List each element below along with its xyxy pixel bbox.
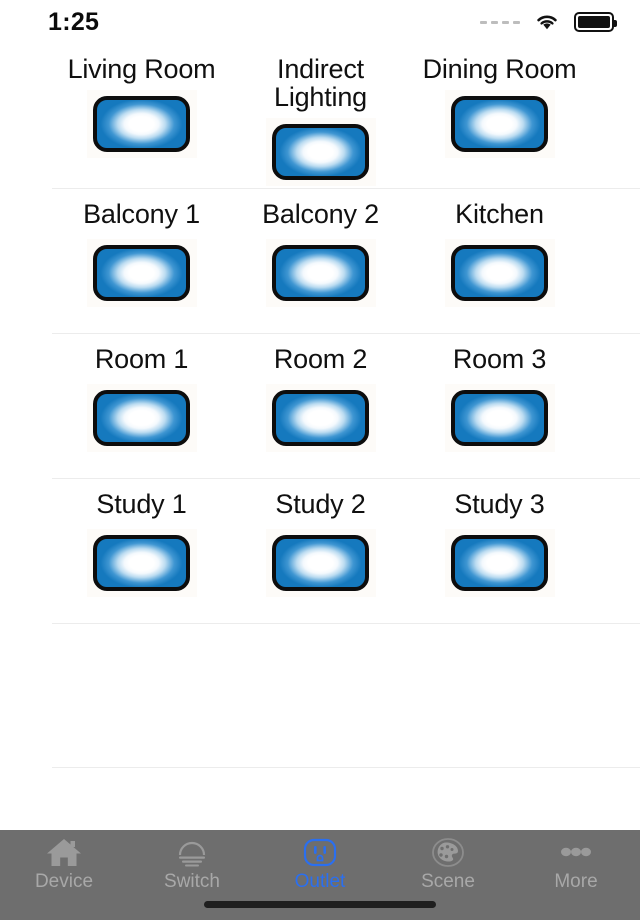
outlet-cell-dining-room[interactable]: Dining Room — [410, 44, 589, 158]
table-row: Study 1 Study 2 Study 3 — [0, 479, 640, 624]
home-icon — [42, 836, 86, 870]
palette-icon — [426, 836, 470, 870]
table-row: Balcony 1 Balcony 2 Kitchen — [0, 189, 640, 334]
tab-more[interactable]: More — [512, 836, 640, 893]
outlet-label: Indirect Lighting — [274, 54, 367, 112]
outlet-label: Study 1 — [96, 489, 187, 519]
outlet-cell-room-2[interactable]: Room 2 — [231, 334, 410, 452]
home-indicator[interactable] — [204, 901, 436, 908]
outlet-icon[interactable] — [265, 117, 376, 186]
outlet-cell-room-1[interactable]: Room 1 — [52, 334, 231, 452]
outlet-icon[interactable] — [265, 529, 376, 597]
outlet-cell-study-1[interactable]: Study 1 — [52, 479, 231, 597]
outlet-label: Dining Room — [422, 54, 577, 84]
signal-dots-icon — [480, 20, 520, 24]
outlet-label: Balcony 1 — [83, 199, 200, 229]
outlet-icon[interactable] — [86, 239, 197, 307]
tab-label: More — [554, 871, 598, 892]
outlet-list: Living Room Indirect Lighting Dining Roo… — [0, 44, 640, 830]
outlet-icon[interactable] — [86, 529, 197, 597]
outlet-icon[interactable] — [444, 529, 555, 597]
outlet-label: Room 1 — [94, 344, 189, 374]
battery-full-icon — [574, 12, 617, 32]
outlet-icon — [298, 836, 342, 870]
status-bar: 1:25 — [0, 0, 640, 44]
outlet-label: Balcony 2 — [262, 199, 379, 229]
tab-bar: Device Switch Outlet Scene More — [0, 830, 640, 920]
tab-label: Scene — [421, 871, 475, 892]
tab-device[interactable]: Device — [0, 836, 128, 893]
outlet-label: Kitchen — [455, 199, 544, 229]
table-row: Living Room Indirect Lighting Dining Roo… — [0, 44, 640, 189]
outlet-icon[interactable] — [86, 384, 197, 452]
tab-switch[interactable]: Switch — [128, 836, 256, 893]
outlet-icon[interactable] — [444, 239, 555, 307]
tab-label: Switch — [164, 871, 220, 892]
outlet-cell-balcony-2[interactable]: Balcony 2 — [231, 189, 410, 307]
app-root: 1:25 Living Room Indirect Lighting Dinin… — [0, 0, 640, 920]
outlet-cell-balcony-1[interactable]: Balcony 1 — [52, 189, 231, 307]
tab-label: Device — [34, 871, 94, 892]
outlet-icon[interactable] — [265, 239, 376, 307]
outlet-label: Study 2 — [275, 489, 366, 519]
status-time: 1:25 — [48, 7, 100, 36]
outlet-label: Room 2 — [273, 344, 368, 374]
table-row-empty — [0, 624, 640, 768]
outlet-cell-kitchen[interactable]: Kitchen — [410, 189, 589, 307]
outlet-cell-indirect-lighting[interactable]: Indirect Lighting — [231, 44, 410, 186]
outlet-cell-room-3[interactable]: Room 3 — [410, 334, 589, 452]
outlet-icon[interactable] — [86, 90, 197, 158]
outlet-label: Study 3 — [454, 489, 545, 519]
outlet-label: Living Room — [67, 54, 216, 84]
outlet-icon[interactable] — [444, 90, 555, 158]
outlet-label: Room 3 — [452, 344, 547, 374]
tab-scene[interactable]: Scene — [384, 836, 512, 893]
tab-outlet[interactable]: Outlet — [256, 836, 384, 893]
wifi-icon — [537, 15, 557, 30]
ellipsis-icon — [554, 836, 598, 870]
outlet-cell-living-room[interactable]: Living Room — [52, 44, 231, 158]
outlet-icon[interactable] — [265, 384, 376, 452]
outlet-icon[interactable] — [444, 384, 555, 452]
outlet-cell-study-2[interactable]: Study 2 — [231, 479, 410, 597]
lamp-icon — [170, 836, 214, 870]
outlet-cell-study-3[interactable]: Study 3 — [410, 479, 589, 597]
status-indicators — [480, 12, 617, 32]
table-row: Room 1 Room 2 Room 3 — [0, 334, 640, 479]
tab-label: Outlet — [294, 871, 346, 892]
